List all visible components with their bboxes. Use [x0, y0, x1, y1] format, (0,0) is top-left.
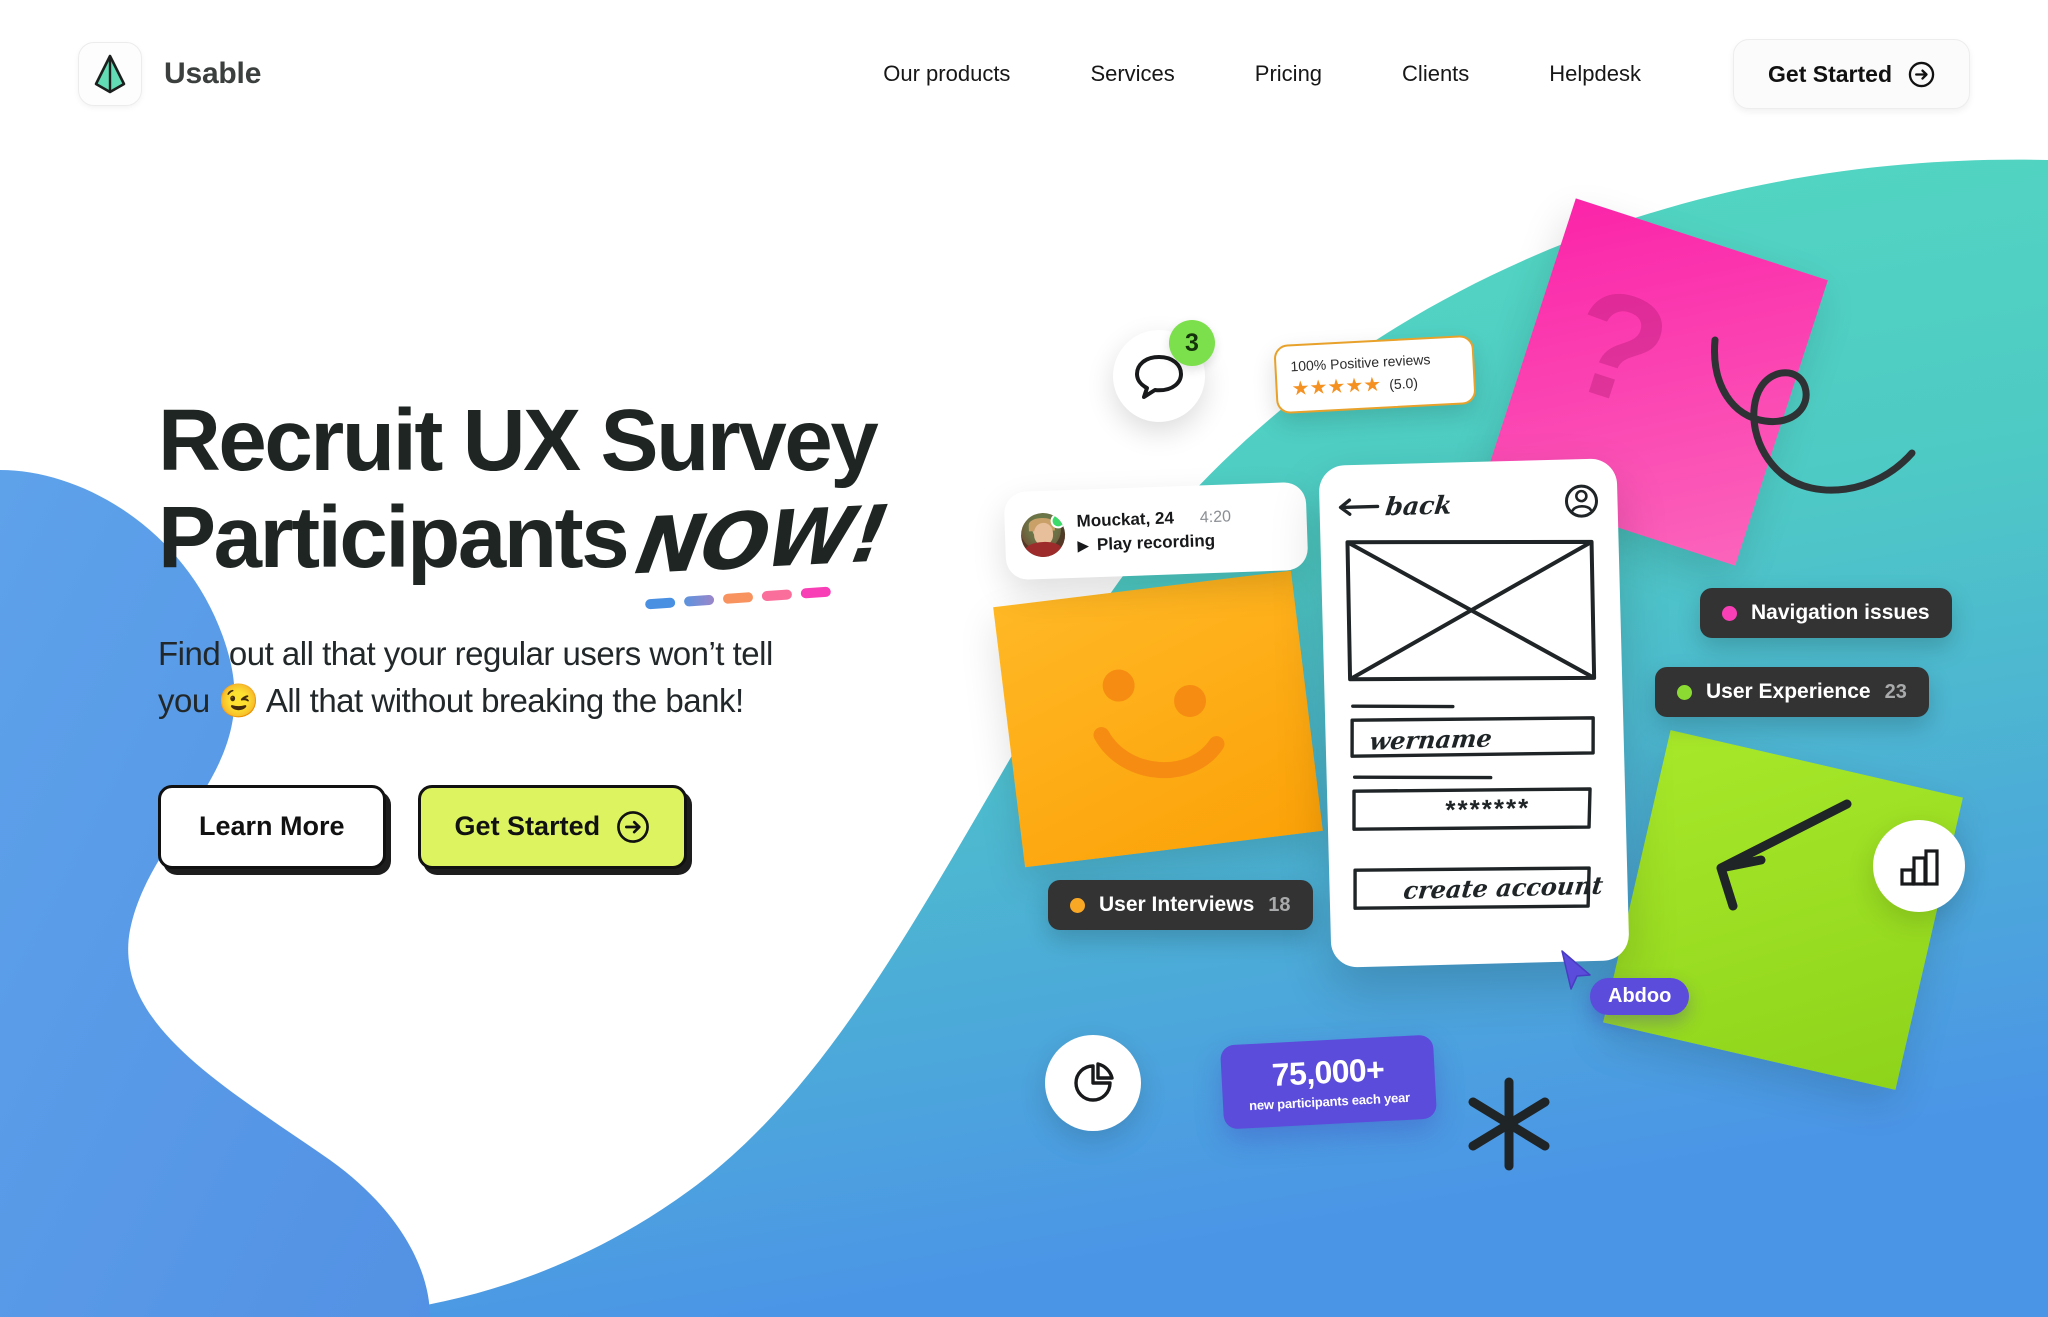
site-header: Usable Our products Services Pricing Cli… — [0, 0, 2048, 148]
smiley-note — [993, 570, 1323, 868]
accent-dash-5 — [800, 586, 832, 599]
loop-squiggle-icon — [1711, 336, 1916, 494]
nav-item-helpdesk[interactable]: Helpdesk — [1509, 61, 1681, 87]
header-get-started-button[interactable]: Get Started — [1733, 39, 1970, 109]
subtitle-line-1: Find out all that your regular users won… — [158, 634, 773, 672]
accent-dash-4 — [761, 589, 793, 602]
wireframe-password-field[interactable]: ******* — [1445, 793, 1531, 826]
avatar — [1020, 512, 1066, 558]
recording-header: Mouckat, 24 4:20 — [1076, 506, 1231, 531]
tag-label: User Experience — [1706, 680, 1871, 703]
accent-dash-1 — [645, 597, 676, 610]
pyramid-glyph — [94, 54, 126, 94]
reviews-title: 100% Positive reviews — [1290, 351, 1431, 375]
reviews-score: (5.0) — [1388, 374, 1419, 393]
header-get-started-label: Get Started — [1768, 60, 1892, 87]
page-title: Recruit UX Survey ParticipantsNOW! — [158, 392, 978, 610]
bar-chart-icon — [1900, 849, 1939, 886]
play-recording-label: Play recording — [1096, 530, 1216, 555]
play-recording-button[interactable]: ▶ Play recording — [1077, 530, 1232, 555]
pyramid-logo-icon — [78, 42, 142, 106]
arrow-right-circle-icon — [1908, 61, 1935, 87]
wireframe-username-field[interactable]: wername — [1368, 723, 1494, 755]
tag-user-experience[interactable]: User Experience 23 — [1655, 667, 1929, 717]
get-started-label: Get Started — [454, 811, 601, 842]
headline-line-2: Participants — [158, 489, 630, 587]
stat-caption: new participants each year — [1248, 1089, 1411, 1114]
accent-dash-2 — [683, 594, 715, 607]
tag-count: 23 — [1884, 680, 1907, 703]
smiley-glyph — [1093, 669, 1225, 779]
recording-card[interactable]: Mouckat, 24 4:20 ▶ Play recording — [1003, 481, 1309, 581]
online-status-dot — [1050, 513, 1066, 529]
recording-duration: 4:20 — [1199, 508, 1232, 527]
nav-item-our-products[interactable]: Our products — [843, 61, 1050, 87]
pie-chart-icon — [1074, 1062, 1114, 1102]
brand-name: Usable — [164, 57, 262, 90]
tag-dot-pink — [1722, 605, 1737, 621]
wireframe-back-label[interactable]: back — [1384, 490, 1454, 521]
wireframe-mockup-card: back wername ******* create account — [1318, 458, 1630, 968]
headline-line-1: Recruit UX Survey — [158, 392, 879, 489]
nav-item-clients[interactable]: Clients — [1362, 61, 1509, 87]
tag-dot-green — [1677, 684, 1692, 700]
wireframe-create-account-button[interactable]: create account — [1402, 871, 1605, 905]
recording-details: Mouckat, 24 4:20 ▶ Play recording — [1076, 506, 1232, 555]
chat-bubble-badge[interactable]: 3 — [1113, 320, 1215, 422]
avatar-collar — [1025, 541, 1062, 558]
bar-chart-badge[interactable] — [1873, 820, 1965, 912]
get-started-button[interactable]: Get Started — [417, 784, 688, 869]
learn-more-label: Learn More — [199, 811, 345, 842]
headline-accent-wrap: NOW! — [630, 489, 894, 610]
play-icon: ▶ — [1077, 537, 1090, 555]
reviews-rating: ★★★★★ (5.0) — [1291, 371, 1460, 401]
participant-name: Mouckat, 24 — [1076, 508, 1175, 531]
tag-label: User Interviews — [1099, 893, 1255, 916]
brand-logo[interactable]: Usable — [78, 42, 261, 106]
chat-badge-count: 3 — [1169, 320, 1215, 366]
accent-dash-3 — [722, 591, 754, 604]
tag-user-interviews[interactable]: User Interviews 18 — [1048, 880, 1313, 930]
participants-stat-card: 75,000+ new participants each year — [1219, 1034, 1438, 1130]
back-arrow-icon — [1338, 498, 1380, 516]
positive-reviews-card: 100% Positive reviews ★★★★★ (5.0) — [1273, 334, 1477, 415]
main-nav: Our products Services Pricing Clients He… — [843, 39, 2048, 109]
collaborator-cursor-icon — [1561, 950, 1591, 990]
nav-item-pricing[interactable]: Pricing — [1215, 61, 1362, 87]
hero-page: Usable Our products Services Pricing Cli… — [0, 0, 2048, 1317]
headline-accent-now: NOW! — [629, 490, 894, 593]
arrow-right-circle-icon — [617, 810, 650, 843]
star-rating-glyphs: ★★★★★ — [1291, 373, 1382, 401]
hero-subtitle: Find out all that your regular users won… — [158, 631, 848, 725]
question-mark-glyph: ? — [1548, 252, 1688, 441]
nav-item-services[interactable]: Services — [1050, 61, 1214, 87]
collaborator-cursor-label: Abdoo — [1590, 978, 1690, 1015]
tag-dot-orange — [1070, 897, 1085, 913]
asterisk-icon — [1468, 1077, 1550, 1171]
tag-label: Navigation issues — [1751, 601, 1930, 624]
hero-content: Recruit UX Survey ParticipantsNOW! Find … — [158, 392, 978, 869]
learn-more-button[interactable]: Learn More — [158, 784, 386, 869]
hero-cta-row: Learn More Get Started — [158, 784, 978, 869]
subtitle-line-2-pre: you — [158, 681, 219, 719]
wink-emoji: 😉 — [218, 681, 259, 719]
pie-chart-badge[interactable] — [1045, 1035, 1141, 1131]
stat-value: 75,000+ — [1270, 1051, 1386, 1093]
tag-navigation-issues[interactable]: Navigation issues — [1700, 588, 1952, 638]
tag-count: 18 — [1268, 893, 1291, 916]
subtitle-line-2-post: All that without breaking the bank! — [258, 681, 744, 719]
